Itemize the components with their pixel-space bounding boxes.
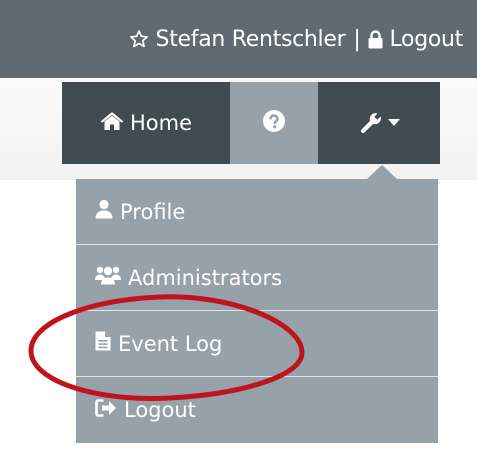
nav-help-button[interactable] (230, 82, 318, 164)
menu-item-profile[interactable]: Profile (76, 179, 438, 245)
user-name-link[interactable]: Stefan Rentschler (156, 27, 346, 52)
menu-item-label: Administrators (128, 265, 283, 290)
lock-icon (368, 29, 383, 49)
menu-item-logout[interactable]: Logout (76, 377, 438, 443)
menu-item-label: Profile (120, 199, 186, 224)
dropdown-pointer (367, 165, 397, 179)
header-logout-link[interactable]: Logout (389, 27, 463, 52)
menu-item-administrators[interactable]: Administrators (76, 245, 438, 311)
sign-out-icon (95, 398, 124, 423)
caret-down-icon (387, 119, 400, 127)
menu-item-label: Event Log (118, 331, 223, 356)
user-icon (95, 199, 120, 224)
nav-home-button[interactable]: Home (62, 82, 230, 164)
header-separator: | (353, 26, 361, 52)
question-circle-icon (262, 109, 286, 137)
menu-item-event-log[interactable]: Event Log (76, 311, 438, 377)
tools-dropdown-menu: Profile Administrators Event Log Logout (76, 179, 438, 443)
menu-item-label: Logout (124, 398, 196, 422)
wrench-icon (359, 111, 383, 135)
top-bar: Stefan Rentschler | Logout (0, 0, 477, 78)
home-icon (100, 111, 130, 136)
nav-home-label: Home (129, 111, 192, 135)
user-area: Stefan Rentschler | Logout (129, 0, 463, 78)
star-icon (129, 29, 149, 49)
nav-tools-dropdown-toggle[interactable] (318, 82, 440, 164)
file-text-icon (95, 331, 118, 356)
users-icon (95, 265, 128, 290)
